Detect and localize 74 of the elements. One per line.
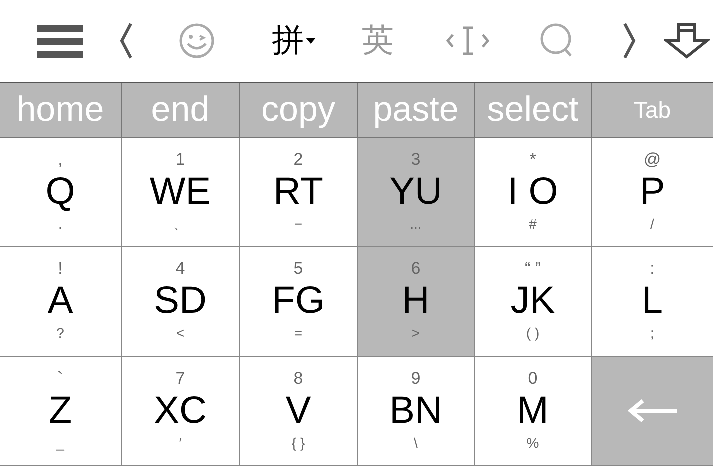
letter-key[interactable]: 4 SD < [122, 247, 240, 357]
key-symbol: < [176, 324, 185, 344]
letter-key[interactable]: , Q . [0, 138, 122, 248]
key-symbol: , [58, 150, 63, 170]
key-symbol: 7 [176, 368, 186, 389]
key-symbol: − [294, 215, 303, 234]
key-symbol: _ [56, 434, 64, 453]
key-letters: H [402, 279, 430, 324]
menu-icon[interactable] [37, 23, 83, 59]
letter-key[interactable]: “ ” JK ( ) [475, 247, 592, 357]
cursor-icon[interactable] [445, 24, 491, 58]
key-symbol: * [530, 150, 536, 170]
key-symbol: 6 [411, 259, 421, 280]
key-symbol: 4 [176, 259, 186, 280]
key-symbol: ... [410, 215, 422, 234]
letter-key[interactable]: ! A ? [0, 247, 122, 357]
key-symbol: / [650, 215, 654, 234]
caret-icon [306, 38, 316, 44]
key-letters: YU [390, 170, 442, 214]
key-symbol: 5 [294, 259, 304, 280]
key-symbol: ; [650, 324, 654, 344]
key-letters: V [286, 388, 312, 433]
key-letters: RT [274, 170, 324, 214]
key-symbol: 9 [411, 368, 421, 389]
key-letters: P [640, 170, 666, 214]
key-symbol: 2 [294, 150, 304, 170]
key-symbol: 1 [176, 150, 186, 170]
letter-key[interactable]: * I O # [475, 138, 592, 248]
letter-key[interactable]: 3 YU ... [358, 138, 475, 248]
key-symbol: ` [58, 368, 64, 389]
key-letters: XC [154, 388, 207, 433]
key-symbol: { } [292, 434, 306, 453]
key-letters: FG [272, 279, 325, 324]
key-symbol: ′ [179, 434, 182, 453]
key-symbol: 、 [174, 215, 188, 234]
letter-key[interactable]: 5 FG = [240, 247, 358, 357]
key-letters: I O [508, 170, 558, 214]
down-arrow-icon[interactable] [664, 23, 710, 59]
key-symbol: . [58, 215, 62, 234]
key-letters: Q [46, 170, 76, 214]
input-mode-tab[interactable]: 拼 [272, 19, 316, 63]
letter-key[interactable]: 7 XC ′ [122, 356, 240, 466]
chevron-left-icon[interactable] [119, 22, 133, 60]
key-letters: L [642, 279, 664, 324]
key-letters: M [517, 388, 549, 433]
key-symbol: > [412, 324, 420, 344]
letter-key[interactable]: 8 V { } [240, 356, 358, 466]
key-letters: SD [154, 279, 207, 324]
key-symbol: 8 [294, 368, 304, 389]
key-letters: BN [390, 388, 442, 433]
letter-key[interactable]: 6 H > [358, 247, 475, 357]
key-symbol: ? [56, 324, 64, 344]
letter-key[interactable]: 9 BN \ [358, 356, 475, 466]
left-arrow-icon [626, 398, 678, 423]
key-letters: JK [510, 279, 556, 324]
key-symbol: : [650, 259, 655, 280]
key-letters: A [48, 279, 74, 324]
key-symbol: 0 [528, 368, 538, 389]
key-symbol: = [294, 324, 303, 344]
key-symbol: 3 [411, 150, 421, 170]
letter-key[interactable]: 1 WE 、 [122, 138, 240, 248]
key-symbol: \ [414, 434, 418, 453]
letter-key[interactable]: 0 M % [475, 356, 592, 466]
key-letters: Z [48, 388, 72, 433]
key-symbol: ! [58, 259, 63, 280]
key-letters: WE [150, 170, 212, 214]
chevron-right-icon[interactable] [623, 22, 637, 60]
key-symbol: ( ) [526, 324, 540, 344]
key-symbol: @ [644, 150, 662, 170]
letter-key[interactable]: ` Z _ [0, 356, 122, 466]
key-symbol: % [526, 434, 540, 453]
key-symbol: “ ” [524, 259, 542, 280]
letter-key[interactable]: 2 RT − [240, 138, 358, 248]
key-symbol: # [529, 215, 537, 234]
